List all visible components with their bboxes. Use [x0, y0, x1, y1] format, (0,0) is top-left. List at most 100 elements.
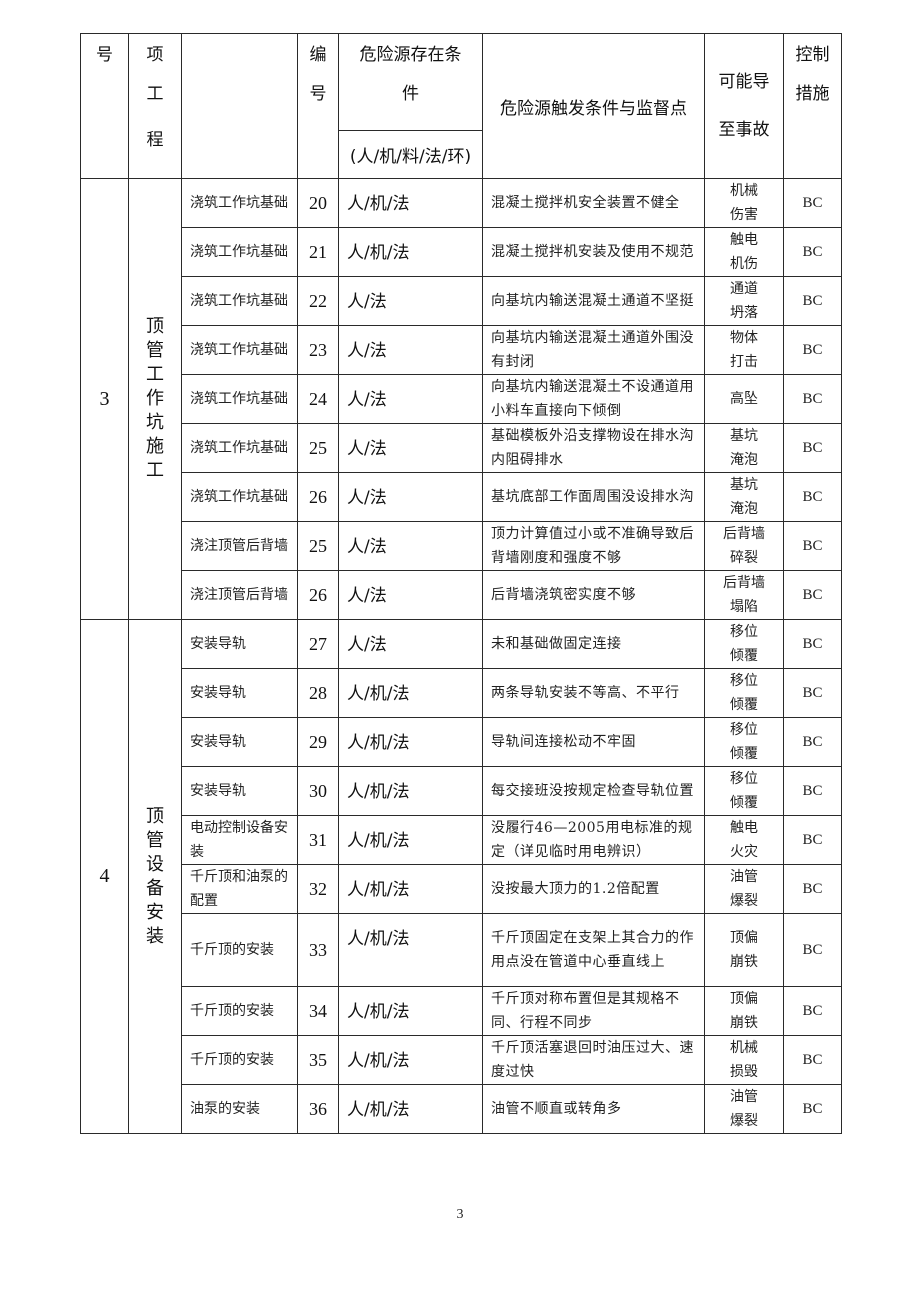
cell-accident: 顶偏崩铁 — [704, 986, 784, 1036]
cell-control: BC — [783, 227, 842, 277]
cell-code: 24 — [297, 374, 339, 424]
project-char: 顶 — [146, 316, 164, 337]
cell-accident: 后背墙碎裂 — [704, 521, 784, 571]
header-accident-line: 至事故 — [718, 120, 770, 140]
cell-control: BC — [783, 864, 842, 914]
cell-item: 千斤顶的安装 — [181, 1035, 298, 1085]
header-project-char: 程 — [146, 130, 164, 150]
cell-item: 千斤顶和油泵的配置 — [181, 864, 298, 914]
cell-control: BC — [783, 178, 842, 228]
cell-code: 27 — [297, 619, 339, 669]
project-char: 备 — [146, 877, 164, 899]
header-row: 号 项 工 程 编 号 危险源存在条 件 危险源触发条件与监督点 可能导 至事故 — [80, 33, 842, 179]
cell-accident: 触电火灾 — [704, 815, 784, 865]
accident-text: 移位倾覆 — [730, 771, 758, 811]
cell-code: 25 — [297, 423, 339, 473]
cell-code: 31 — [297, 815, 339, 865]
page-number: 3 — [456, 1207, 464, 1222]
cell-accident: 通道坍落 — [704, 276, 784, 326]
cell-condition: 人/法 — [338, 276, 483, 326]
cell-code: 34 — [297, 986, 339, 1036]
accident-text: 通道坍落 — [730, 281, 758, 321]
cell-trigger: 未和基础做固定连接 — [482, 619, 705, 669]
accident-text: 油管爆裂 — [730, 869, 758, 909]
header-control-line: 控制 — [795, 45, 830, 65]
project-char: 作 — [146, 388, 164, 409]
cell-accident: 基坑淹泡 — [704, 472, 784, 522]
accident-text: 高坠 — [730, 391, 758, 407]
header-project-char: 项 — [146, 45, 164, 65]
cell-code: 20 — [297, 178, 339, 228]
table-row: 4 顶管设备安装安装导轨 27 人/法 未和基础做固定连接 移位倾覆 BC — [80, 619, 842, 1134]
cell-condition: 人/机/法 — [338, 178, 483, 228]
cell-condition: 人/机/法 — [338, 986, 483, 1036]
table-row: 电动控制设备安装 31 人/机/法 没履行46—2005用电标准的规定（详见临时用电辨… — [81, 815, 842, 865]
accident-text: 触电机伤 — [730, 232, 758, 272]
cell-accident: 物体打击 — [704, 325, 784, 375]
header-condition-title: 危险源存在条 件 — [338, 33, 483, 131]
accident-text: 油管爆裂 — [730, 1089, 758, 1129]
cell-accident: 移位倾覆 — [704, 668, 784, 718]
cell-control: BC — [783, 472, 842, 522]
cell-control: BC — [783, 1084, 842, 1134]
header-code: 编 号 — [297, 33, 339, 179]
cell-code: 26 — [297, 472, 339, 522]
cell-condition: 人/法 — [338, 325, 483, 375]
table-row: 浇筑工作坑基础 23 人/法 向基坑内输送混凝土通道外围没有封闭 物体打击 BC — [81, 325, 842, 375]
group-number-label: 3 — [99, 387, 110, 410]
cell-item: 浇筑工作坑基础 — [181, 325, 298, 375]
cell-condition: 人/机/法 — [338, 717, 483, 767]
header-control: 控制 措施 — [783, 33, 842, 179]
cell-condition: 人/机/法 — [338, 668, 483, 718]
cell-accident: 机械损毁 — [704, 1035, 784, 1085]
cell-trigger: 混凝土搅拌机安装及使用不规范 — [482, 227, 705, 277]
cell-code: 21 — [297, 227, 339, 277]
cell-trigger: 油管不顺直或转角多 — [482, 1084, 705, 1134]
header-accident: 可能导 至事故 — [704, 33, 784, 179]
cell-item: 浇筑工作坑基础 — [181, 276, 298, 326]
cell-trigger: 混凝土搅拌机安全装置不健全 — [482, 178, 705, 228]
cell-accident: 基坑淹泡 — [704, 423, 784, 473]
header-accident-line: 可能导 — [718, 72, 770, 92]
table-row: 安装导轨 28 人/机/法 两条导轨安装不等高、不平行 移位倾覆 BC — [81, 668, 842, 718]
accident-text: 机械损毁 — [730, 1040, 758, 1080]
group-number: 3 — [80, 178, 129, 620]
cell-code: 25 — [297, 521, 339, 571]
table-row: 千斤顶的安装 33 人/机/法 千斤顶固定在支架上其合力的作用点没在管道中心垂直线上顶… — [81, 913, 842, 987]
cell-condition: 人/机/法 — [338, 1084, 483, 1134]
header-project: 项 工 程 — [128, 33, 182, 179]
cell-condition: 人/机/法 — [338, 227, 483, 277]
project-char: 工 — [146, 460, 164, 481]
header-trigger: 危险源触发条件与监督点 — [482, 33, 705, 179]
cell-control: BC — [783, 986, 842, 1036]
accident-text: 移位倾覆 — [730, 722, 758, 762]
cell-item: 安装导轨 — [181, 668, 298, 718]
cell-control: BC — [783, 766, 842, 816]
cell-item: 浇筑工作坑基础 — [181, 423, 298, 473]
header-control-line: 措施 — [795, 84, 830, 104]
cell-code: 29 — [297, 717, 339, 767]
table-row: 千斤顶的安装 35 人/机/法 千斤顶活塞退回时油压过大、速度过快 机械损毁 BC — [81, 1035, 842, 1085]
cell-trigger: 后背墙浇筑密实度不够 — [482, 570, 705, 620]
accident-text: 顶偏崩铁 — [730, 991, 758, 1031]
cell-item: 浇注顶管后背墙 — [181, 521, 298, 571]
cell-trigger: 每交接班没按规定检查导轨位置 — [482, 766, 705, 816]
cell-item: 浇注顶管后背墙 — [181, 570, 298, 620]
cell-accident: 触电机伤 — [704, 227, 784, 277]
accident-text: 触电火灾 — [730, 820, 758, 860]
cell-control: BC — [783, 570, 842, 620]
project-char: 装 — [146, 925, 164, 947]
cell-code: 23 — [297, 325, 339, 375]
cell-control: BC — [783, 1035, 842, 1085]
cell-code: 35 — [297, 1035, 339, 1085]
cell-item: 浇筑工作坑基础 — [181, 472, 298, 522]
cell-accident: 油管爆裂 — [704, 1084, 784, 1134]
header-project-char: 工 — [146, 84, 164, 104]
cell-item: 安装导轨 — [181, 619, 298, 669]
table-row: 浇筑工作坑基础 25 人/法 基础模板外沿支撑物设在排水沟内阻碍排水 基坑淹泡 BC — [81, 423, 842, 473]
cell-control: BC — [783, 276, 842, 326]
header-condition-line: 危险源存在条 — [359, 45, 462, 65]
cell-code: 32 — [297, 864, 339, 914]
cell-trigger: 没履行46—2005用电标准的规定（详见临时用电辨识） — [482, 815, 705, 865]
table-row: 浇筑工作坑基础 22 人/法 向基坑内输送混凝土通道不坚挺 通道坍落 BC — [81, 276, 842, 326]
